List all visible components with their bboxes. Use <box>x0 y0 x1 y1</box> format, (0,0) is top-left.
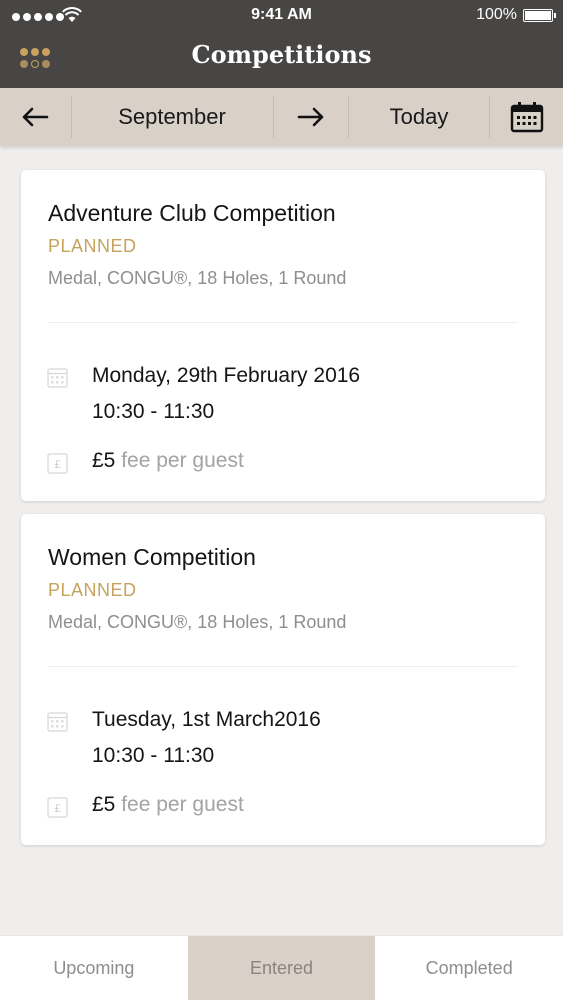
competition-meta: Medal, CONGU®, 18 Holes, 1 Round <box>48 268 347 288</box>
competition-card[interactable]: Adventure Club Competition PLANNED Medal… <box>21 170 545 501</box>
divider <box>48 666 518 667</box>
competition-time: 10:30 - 11:30 <box>92 744 215 767</box>
page-title: Competitions <box>191 40 372 69</box>
competition-card[interactable]: Women Competition PLANNED Medal, CONGU®,… <box>21 514 545 845</box>
fee-info: £5 fee per guest <box>92 449 244 473</box>
competition-title: Adventure Club Competition <box>48 200 336 226</box>
status-bar: 9:41 AM 100% <box>0 0 563 32</box>
status-badge: PLANNED <box>48 580 137 600</box>
fee-amount: £5 <box>92 793 116 816</box>
calendar-button[interactable] <box>490 88 563 146</box>
competition-date: Monday, 29th February 2016 <box>92 364 361 387</box>
battery-icon <box>523 9 556 22</box>
calendar-small-icon <box>47 712 68 732</box>
tab-completed[interactable]: Completed <box>375 936 563 1000</box>
competition-title: Women Competition <box>48 544 256 570</box>
fee-amount: £5 <box>92 449 116 472</box>
next-month-button[interactable] <box>274 88 348 146</box>
top-bar: 9:41 AM 100% Competitions <box>0 0 563 88</box>
svg-text:£: £ <box>54 802 61 815</box>
status-badge: PLANNED <box>48 236 137 256</box>
fee-description: fee per guest <box>121 449 244 472</box>
divider <box>48 322 518 323</box>
calendar-icon <box>510 102 543 133</box>
competition-date: Tuesday, 1st March2016 <box>92 708 321 731</box>
fee-description: fee per guest <box>121 793 244 816</box>
prev-month-button[interactable] <box>0 88 70 146</box>
battery-percent: 100% <box>476 6 517 23</box>
calendar-small-icon <box>47 368 68 388</box>
arrow-left-icon <box>22 107 49 127</box>
today-button[interactable]: Today <box>349 88 489 146</box>
tab-entered[interactable]: Entered <box>187 936 376 1000</box>
arrow-right-icon <box>297 107 324 127</box>
fee-info: £5 fee per guest <box>92 793 244 817</box>
bottom-tab-bar: Upcoming Entered Completed <box>0 935 563 1000</box>
svg-text:£: £ <box>54 458 61 471</box>
competition-time: 10:30 - 11:30 <box>92 400 215 423</box>
competition-meta: Medal, CONGU®, 18 Holes, 1 Round <box>48 612 347 632</box>
pound-icon: £ <box>47 453 68 474</box>
month-navigation: September Today <box>0 88 563 146</box>
month-label[interactable]: September <box>72 88 272 146</box>
tab-upcoming[interactable]: Upcoming <box>0 936 188 1000</box>
pound-icon: £ <box>47 797 68 818</box>
